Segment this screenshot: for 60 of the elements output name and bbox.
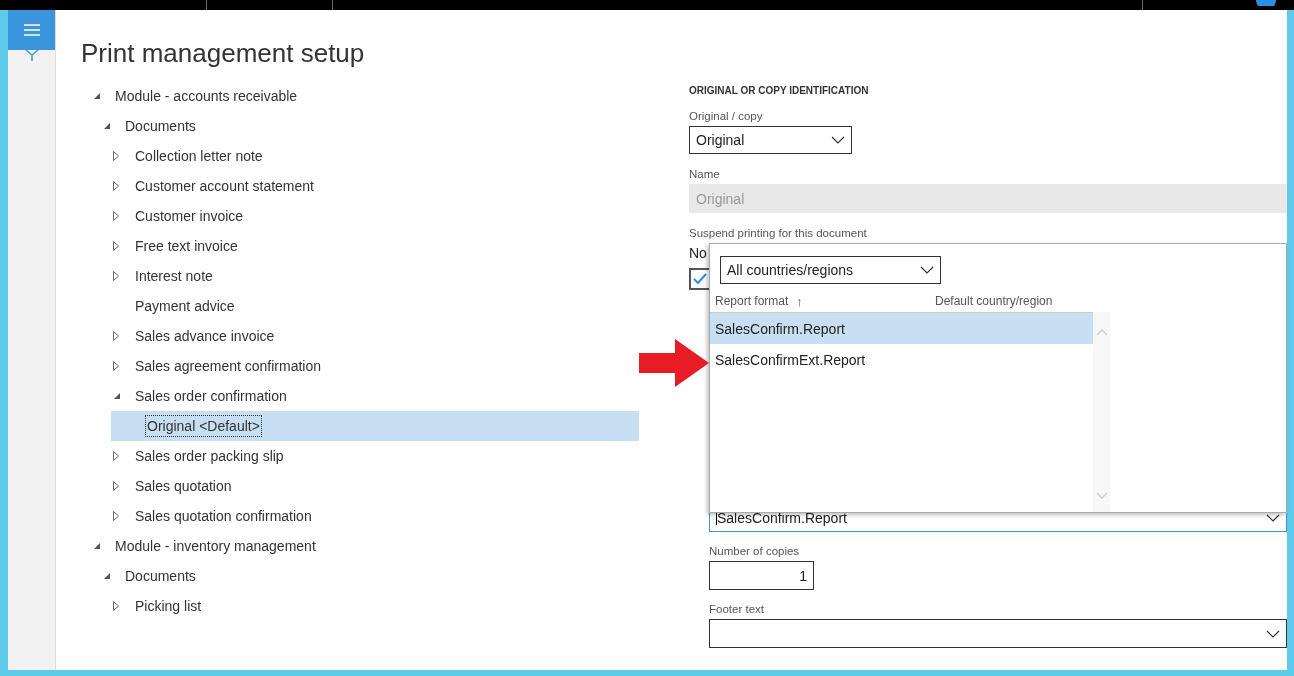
report-row[interactable]: SalesConfirm.Report [710, 313, 1093, 344]
collapsed-caret-icon[interactable] [113, 511, 119, 521]
checkmark-icon [692, 272, 708, 286]
page-title: Print management setup [81, 37, 366, 69]
tree-item[interactable]: Module - inventory management [81, 531, 639, 561]
tree-item[interactable]: Sales quotation confirmation [81, 501, 639, 531]
tree-item[interactable]: Documents [81, 111, 639, 141]
tree-item[interactable]: Customer account statement [81, 171, 639, 201]
tree-item[interactable]: Customer invoice [81, 201, 639, 231]
tree-item[interactable]: Interest note [81, 261, 639, 291]
collapsed-caret-icon[interactable] [113, 361, 119, 371]
original-copy-dropdown[interactable]: Original [689, 126, 852, 154]
collapsed-caret-icon[interactable] [113, 451, 119, 461]
footer-text-dropdown[interactable] [709, 619, 1287, 648]
field-label: Footer text [709, 603, 765, 615]
collapsed-caret-icon[interactable] [113, 271, 119, 281]
column-header[interactable]: Default country/region [935, 294, 1053, 308]
collapsed-caret-icon[interactable] [113, 601, 119, 611]
chevron-down-icon [920, 266, 934, 274]
tree-item[interactable]: Sales agreement confirmation [81, 351, 639, 381]
expanded-caret-icon[interactable] [103, 572, 111, 580]
sort-arrow[interactable]: ↑ [796, 293, 803, 309]
tree-item[interactable]: Collection letter note [81, 141, 639, 171]
profile-icon[interactable] [1256, 0, 1276, 6]
tree-item[interactable]: Sales order packing slip [81, 441, 639, 471]
field-label: Number of copies [709, 545, 801, 557]
collapsed-caret-icon[interactable] [113, 211, 119, 221]
tree-item[interactable]: Documents [81, 561, 639, 591]
filter-icon[interactable] [24, 49, 39, 61]
expanded-caret-icon[interactable] [113, 392, 121, 400]
field-label: Original / copy [689, 110, 764, 122]
tree-item[interactable]: Free text invoice [81, 231, 639, 261]
chevron-down-icon [1266, 514, 1280, 522]
tree-item[interactable]: Picking list [81, 591, 639, 621]
collapsed-caret-icon[interactable] [113, 181, 119, 191]
annotation-arrow-icon [639, 339, 709, 387]
expanded-caret-icon[interactable] [93, 542, 101, 550]
tree-item[interactable]: Sales quotation [81, 471, 639, 501]
chevron-down-icon [1266, 629, 1280, 638]
section-title: ORIGINAL OR COPY IDENTIFICATION [689, 85, 870, 96]
tree-item[interactable]: Sales order confirmation [81, 381, 639, 411]
field-label: Name [689, 168, 721, 180]
tree-item[interactable]: Original <Default> [111, 411, 639, 441]
expanded-caret-icon[interactable] [93, 92, 101, 100]
suspend-value: No [689, 245, 708, 261]
collapsed-caret-icon[interactable] [113, 151, 119, 161]
chevron-down-icon [831, 136, 845, 144]
country-filter-dropdown[interactable]: All countries/regions [720, 256, 941, 284]
collapsed-caret-icon[interactable] [113, 331, 119, 341]
report-row[interactable]: SalesConfirmExt.Report [710, 344, 1093, 375]
tree-item[interactable]: Sales advance invoice [81, 321, 639, 351]
column-header[interactable]: Report format [715, 293, 789, 309]
tree-item[interactable]: Module - accounts receivable [81, 81, 639, 111]
copies-field[interactable]: 1 [709, 561, 814, 590]
expanded-caret-icon[interactable] [103, 122, 111, 130]
field-label: Suspend printing for this document [689, 227, 868, 239]
collapsed-caret-icon[interactable] [113, 241, 119, 251]
tree-item[interactable]: Payment advice [81, 291, 639, 321]
collapsed-caret-icon[interactable] [113, 481, 119, 491]
menu-icon [23, 24, 40, 36]
